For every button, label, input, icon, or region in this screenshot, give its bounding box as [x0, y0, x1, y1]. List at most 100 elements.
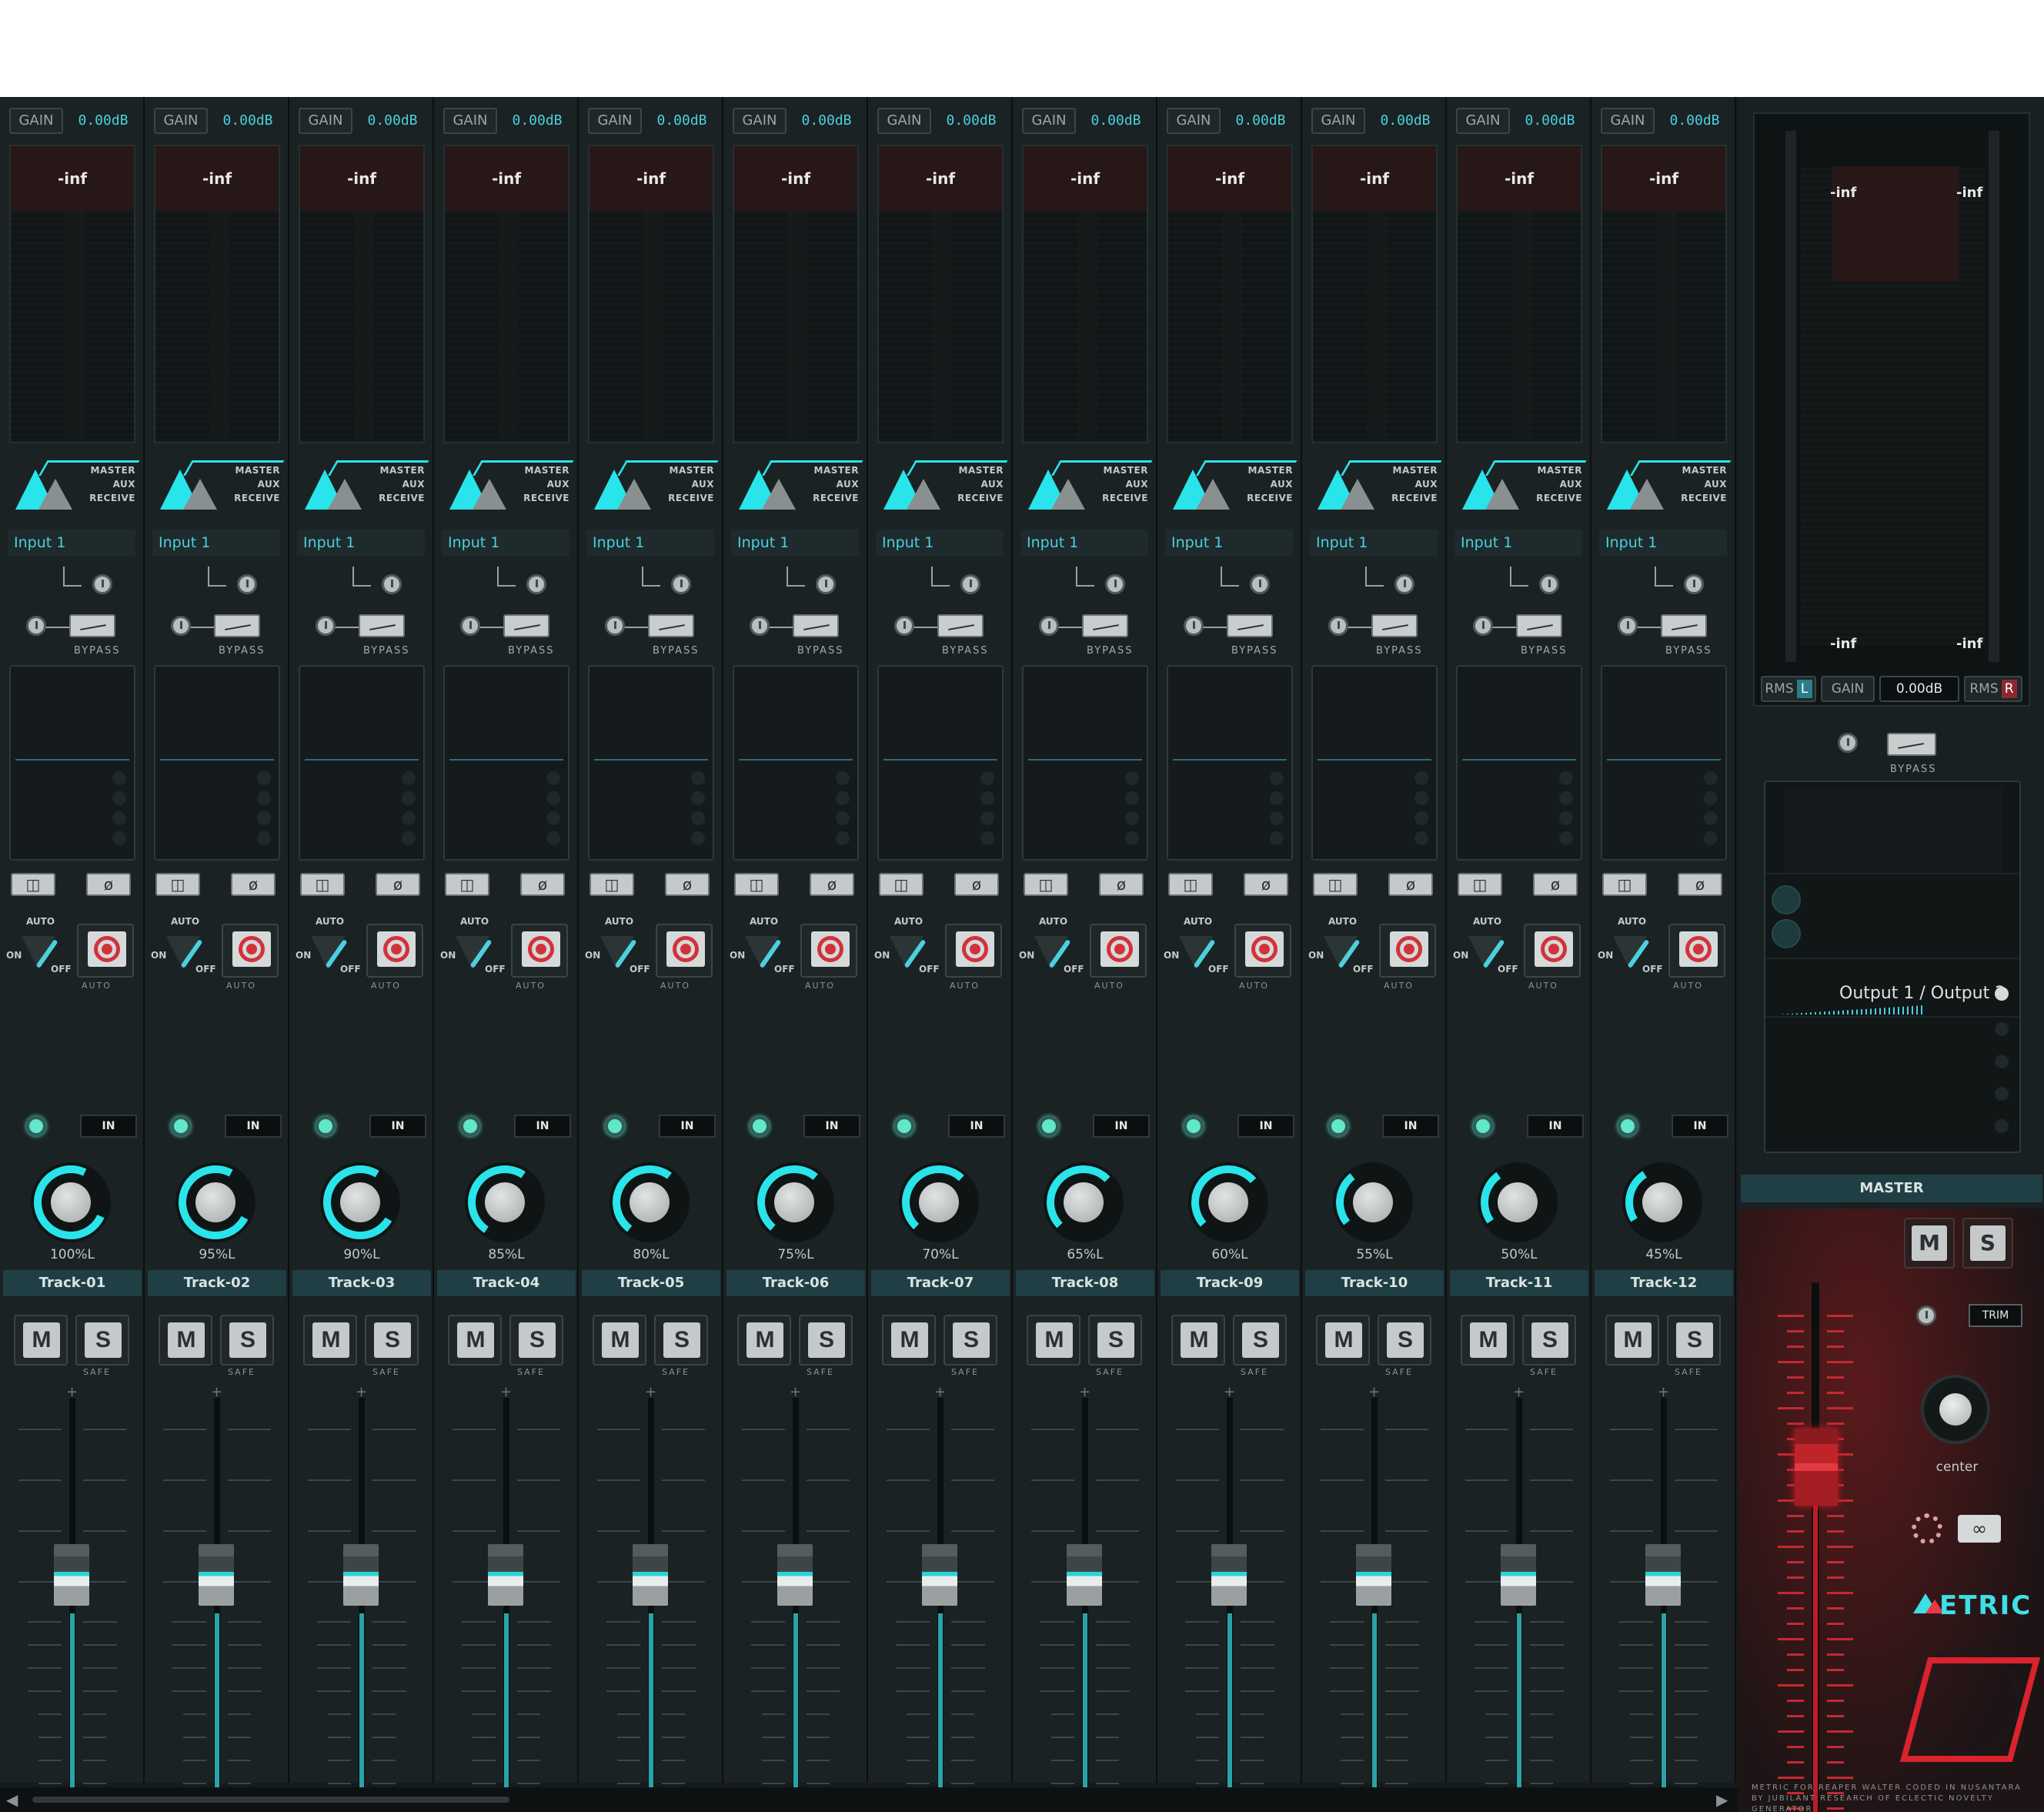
bypass-toggle[interactable] — [1371, 614, 1418, 637]
pan-knob[interactable] — [1331, 1161, 1414, 1244]
gain-button[interactable]: GAIN — [299, 108, 352, 134]
input-trim-knob[interactable] — [1105, 574, 1125, 594]
record-arm-button[interactable] — [511, 924, 568, 978]
gain-value[interactable]: 0.00dB — [1370, 108, 1441, 134]
gain-value[interactable]: 0.00dB — [1659, 108, 1730, 134]
gain-button[interactable]: GAIN — [443, 108, 497, 134]
mute-button[interactable]: M — [303, 1315, 357, 1366]
input-trim-knob[interactable] — [382, 574, 402, 594]
routing-button[interactable]: MASTER AUX RECEIVE — [880, 456, 1008, 511]
solo-button[interactable]: S — [1522, 1315, 1576, 1366]
mute-button[interactable]: M — [882, 1315, 936, 1366]
track-name[interactable]: Track-12 — [1595, 1270, 1733, 1296]
scroll-right-icon[interactable]: ▶ — [1716, 1790, 1728, 1809]
phase-icon[interactable]: ◫ — [734, 873, 779, 896]
input-monitor-button[interactable]: IN — [514, 1115, 571, 1138]
track-name[interactable]: Track-07 — [871, 1270, 1010, 1296]
input-monitor-button[interactable]: IN — [948, 1115, 1005, 1138]
fader-cap[interactable] — [343, 1544, 379, 1606]
pan-knob[interactable] — [1188, 1162, 1268, 1242]
solo-button[interactable]: S — [220, 1315, 274, 1366]
bypass-toggle[interactable] — [214, 614, 260, 637]
input-select[interactable]: Input 1 — [731, 530, 859, 556]
mute-button[interactable]: M — [14, 1315, 68, 1366]
record-arm-button[interactable] — [1234, 924, 1291, 978]
fx-chain-box[interactable] — [1601, 665, 1727, 861]
pan-knob[interactable] — [1475, 1159, 1561, 1245]
fader-cap[interactable] — [1645, 1544, 1681, 1606]
track-name[interactable]: Track-10 — [1305, 1270, 1444, 1296]
mute-button[interactable]: M — [593, 1315, 646, 1366]
gain-button[interactable]: GAIN — [733, 108, 787, 134]
gain-value[interactable]: 0.00dB — [502, 108, 573, 134]
input-trim-knob[interactable] — [960, 574, 980, 594]
gain-button[interactable]: GAIN — [588, 108, 642, 134]
peak-readout[interactable]: -inf — [1024, 146, 1147, 211]
master-pan-knob[interactable] — [1921, 1375, 1990, 1444]
peak-readout[interactable]: -inf — [734, 146, 857, 211]
gain-value[interactable]: 0.00dB — [1080, 108, 1151, 134]
mute-button[interactable]: M — [1316, 1315, 1370, 1366]
bypass-toggle[interactable] — [1661, 614, 1707, 637]
input-select[interactable]: Input 1 — [1020, 530, 1148, 556]
fx-slot-indicator[interactable] — [1772, 919, 1801, 948]
phase-invert-icon[interactable]: ø — [376, 873, 420, 896]
phase-invert-icon[interactable]: ø — [86, 873, 131, 896]
peak-readout[interactable]: -inf — [11, 146, 134, 211]
routing-button[interactable]: MASTER AUX RECEIVE — [446, 456, 574, 511]
fx-knob[interactable] — [894, 616, 914, 636]
fx-chain-box[interactable] — [443, 665, 569, 861]
peak-readout[interactable]: -inf — [155, 146, 279, 211]
input-select[interactable]: Input 1 — [442, 530, 569, 556]
phase-icon[interactable]: ◫ — [445, 873, 489, 896]
gain-value[interactable]: 0.00dB — [791, 108, 862, 134]
peak-readout[interactable]: -inf — [589, 146, 713, 211]
fx-chain-box[interactable] — [588, 665, 714, 861]
input-monitor-button[interactable]: IN — [1382, 1115, 1439, 1138]
routing-button[interactable]: MASTER AUX RECEIVE — [1025, 456, 1153, 511]
solo-button[interactable]: S — [75, 1315, 129, 1366]
input-monitor-button[interactable]: IN — [1093, 1115, 1150, 1138]
gain-button[interactable]: GAIN — [877, 108, 931, 134]
monitor-led-icon[interactable] — [1328, 1116, 1348, 1136]
fader-cap[interactable] — [1356, 1544, 1391, 1606]
peak-readout[interactable]: -inf — [1602, 146, 1725, 211]
monitor-led-icon[interactable] — [171, 1116, 191, 1136]
input-trim-knob[interactable] — [1539, 574, 1559, 594]
input-trim-knob[interactable] — [1684, 574, 1704, 594]
input-trim-knob[interactable] — [92, 574, 112, 594]
fx-knob[interactable] — [1618, 616, 1638, 636]
track-name[interactable]: Track-04 — [437, 1270, 576, 1296]
record-arm-button[interactable] — [366, 924, 423, 978]
bypass-toggle[interactable] — [359, 614, 405, 637]
solo-button[interactable]: S — [944, 1315, 997, 1366]
input-monitor-button[interactable]: IN — [659, 1115, 716, 1138]
fx-chain-box[interactable] — [1022, 665, 1148, 861]
record-arm-button[interactable] — [800, 924, 857, 978]
bypass-toggle[interactable] — [1516, 614, 1562, 637]
record-arm-button[interactable] — [1090, 924, 1147, 978]
master-gain-button[interactable]: GAIN — [1821, 676, 1875, 702]
phase-icon[interactable]: ◫ — [1458, 873, 1502, 896]
input-monitor-button[interactable]: IN — [1237, 1115, 1294, 1138]
input-select[interactable]: Input 1 — [586, 530, 714, 556]
input-trim-knob[interactable] — [237, 574, 257, 594]
input-select[interactable]: Input 1 — [1310, 530, 1438, 556]
pan-knob[interactable] — [315, 1157, 406, 1248]
input-trim-knob[interactable] — [1394, 574, 1414, 594]
solo-button[interactable]: S — [654, 1315, 708, 1366]
gain-button[interactable]: GAIN — [1022, 108, 1076, 134]
monitor-led-icon[interactable] — [750, 1116, 770, 1136]
phase-icon[interactable]: ◫ — [11, 873, 55, 896]
fader-cap[interactable] — [1501, 1544, 1536, 1606]
output-select-dot[interactable] — [1995, 987, 2009, 1001]
phase-icon[interactable]: ◫ — [1602, 873, 1647, 896]
routing-button[interactable]: MASTER AUX RECEIVE — [1170, 456, 1298, 511]
gain-button[interactable]: GAIN — [9, 108, 63, 134]
solo-button[interactable]: S — [1378, 1315, 1431, 1366]
mute-button[interactable]: M — [1027, 1315, 1080, 1366]
fader-cap[interactable] — [1067, 1544, 1102, 1606]
rms-right-button[interactable]: RMS R — [1964, 676, 2022, 702]
infinity-icon[interactable]: ∞ — [1958, 1515, 2001, 1543]
phase-icon[interactable]: ◫ — [1024, 873, 1068, 896]
